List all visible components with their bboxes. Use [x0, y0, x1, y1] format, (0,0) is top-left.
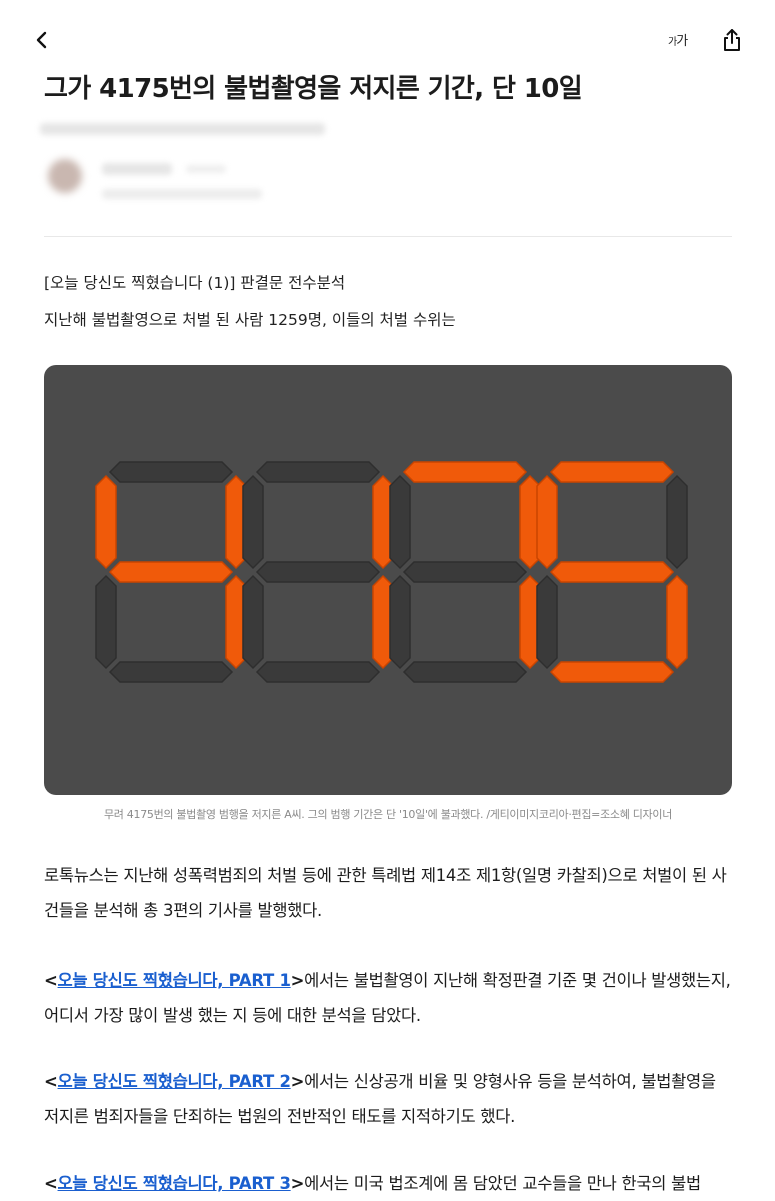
image-caption: 무려 4175번의 불법촬영 범행을 저지른 A씨. 그의 범행 기간은 단 '… — [103, 808, 673, 821]
digit-3-segment-e — [389, 574, 411, 670]
paragraph-intro: 로톡뉴스는 지난해 성폭력범죄의 처벌 등에 관한 특례법 제14조 제1항(일… — [44, 866, 727, 920]
digit-4-segment-d — [549, 661, 675, 683]
digit-4-segment-g — [549, 561, 675, 583]
digit-2-segment-a — [255, 461, 381, 483]
digit-4-segment-f — [536, 474, 558, 570]
digit-1-segment-g — [108, 561, 234, 583]
digit-2-segment-d — [255, 661, 381, 683]
chevron-left-icon — [36, 31, 47, 49]
digit-3-segment-f — [389, 474, 411, 570]
digit-4-segment-c — [666, 574, 688, 670]
blurred-byline — [36, 115, 336, 225]
hero-image — [44, 365, 732, 795]
digit-1-segment-a — [108, 461, 234, 483]
digit-2-segment-g — [255, 561, 381, 583]
digit-4-segment-b — [666, 474, 688, 570]
paragraph-part-2: <오늘 당신도 찍혔습니다, PART 2>에서는 신상공개 비율 및 양형사유… — [44, 1072, 716, 1126]
digit-3-segment-d — [402, 661, 528, 683]
article-subhead-1: [오늘 당신도 찍혔습니다 (1)] 판결문 전수분석 — [44, 274, 346, 292]
paragraph-part-3: <오늘 당신도 찍혔습니다, PART 3>에서는 미국 법조계에 몸 담았던 … — [44, 1174, 701, 1193]
digit-2-segment-e — [242, 574, 264, 670]
digit-1-segment-d — [108, 661, 234, 683]
article-subhead-2: 지난해 불법촬영으로 처벌 된 사람 1259명, 이들의 처벌 수위는 — [44, 311, 456, 329]
divider — [44, 236, 732, 237]
part-3-link[interactable]: 오늘 당신도 찍혔습니다, PART 3 — [58, 1174, 291, 1193]
article-title: 그가 4175번의 불법촬영을 저지른 기간, 단 10일 — [44, 74, 583, 104]
share-button[interactable] — [720, 27, 744, 53]
avatar — [48, 159, 82, 193]
font-size-small-label: 가 — [668, 37, 677, 48]
paragraph-part-1: <오늘 당신도 찍혔습니다, PART 1>에서는 불법촬영이 지난해 확정판결… — [44, 971, 731, 1025]
font-size-large-label: 가 — [676, 34, 688, 49]
digit-4-segment-a — [549, 461, 675, 483]
digit-1-segment-f — [95, 474, 117, 570]
top-bar: 가가 — [0, 0, 775, 70]
digit-3-segment-a — [402, 461, 528, 483]
font-size-button[interactable]: 가가 — [668, 30, 688, 49]
digit-1-segment-e — [95, 574, 117, 670]
digit-4-segment-e — [536, 574, 558, 670]
back-button[interactable] — [30, 26, 54, 54]
digit-2-segment-f — [242, 474, 264, 570]
seven-segment-display — [95, 461, 688, 683]
share-icon — [724, 29, 740, 51]
digit-3-segment-g — [402, 561, 528, 583]
part-2-link[interactable]: 오늘 당신도 찍혔습니다, PART 2 — [58, 1072, 291, 1091]
part-1-link[interactable]: 오늘 당신도 찍혔습니다, PART 1 — [58, 971, 291, 990]
